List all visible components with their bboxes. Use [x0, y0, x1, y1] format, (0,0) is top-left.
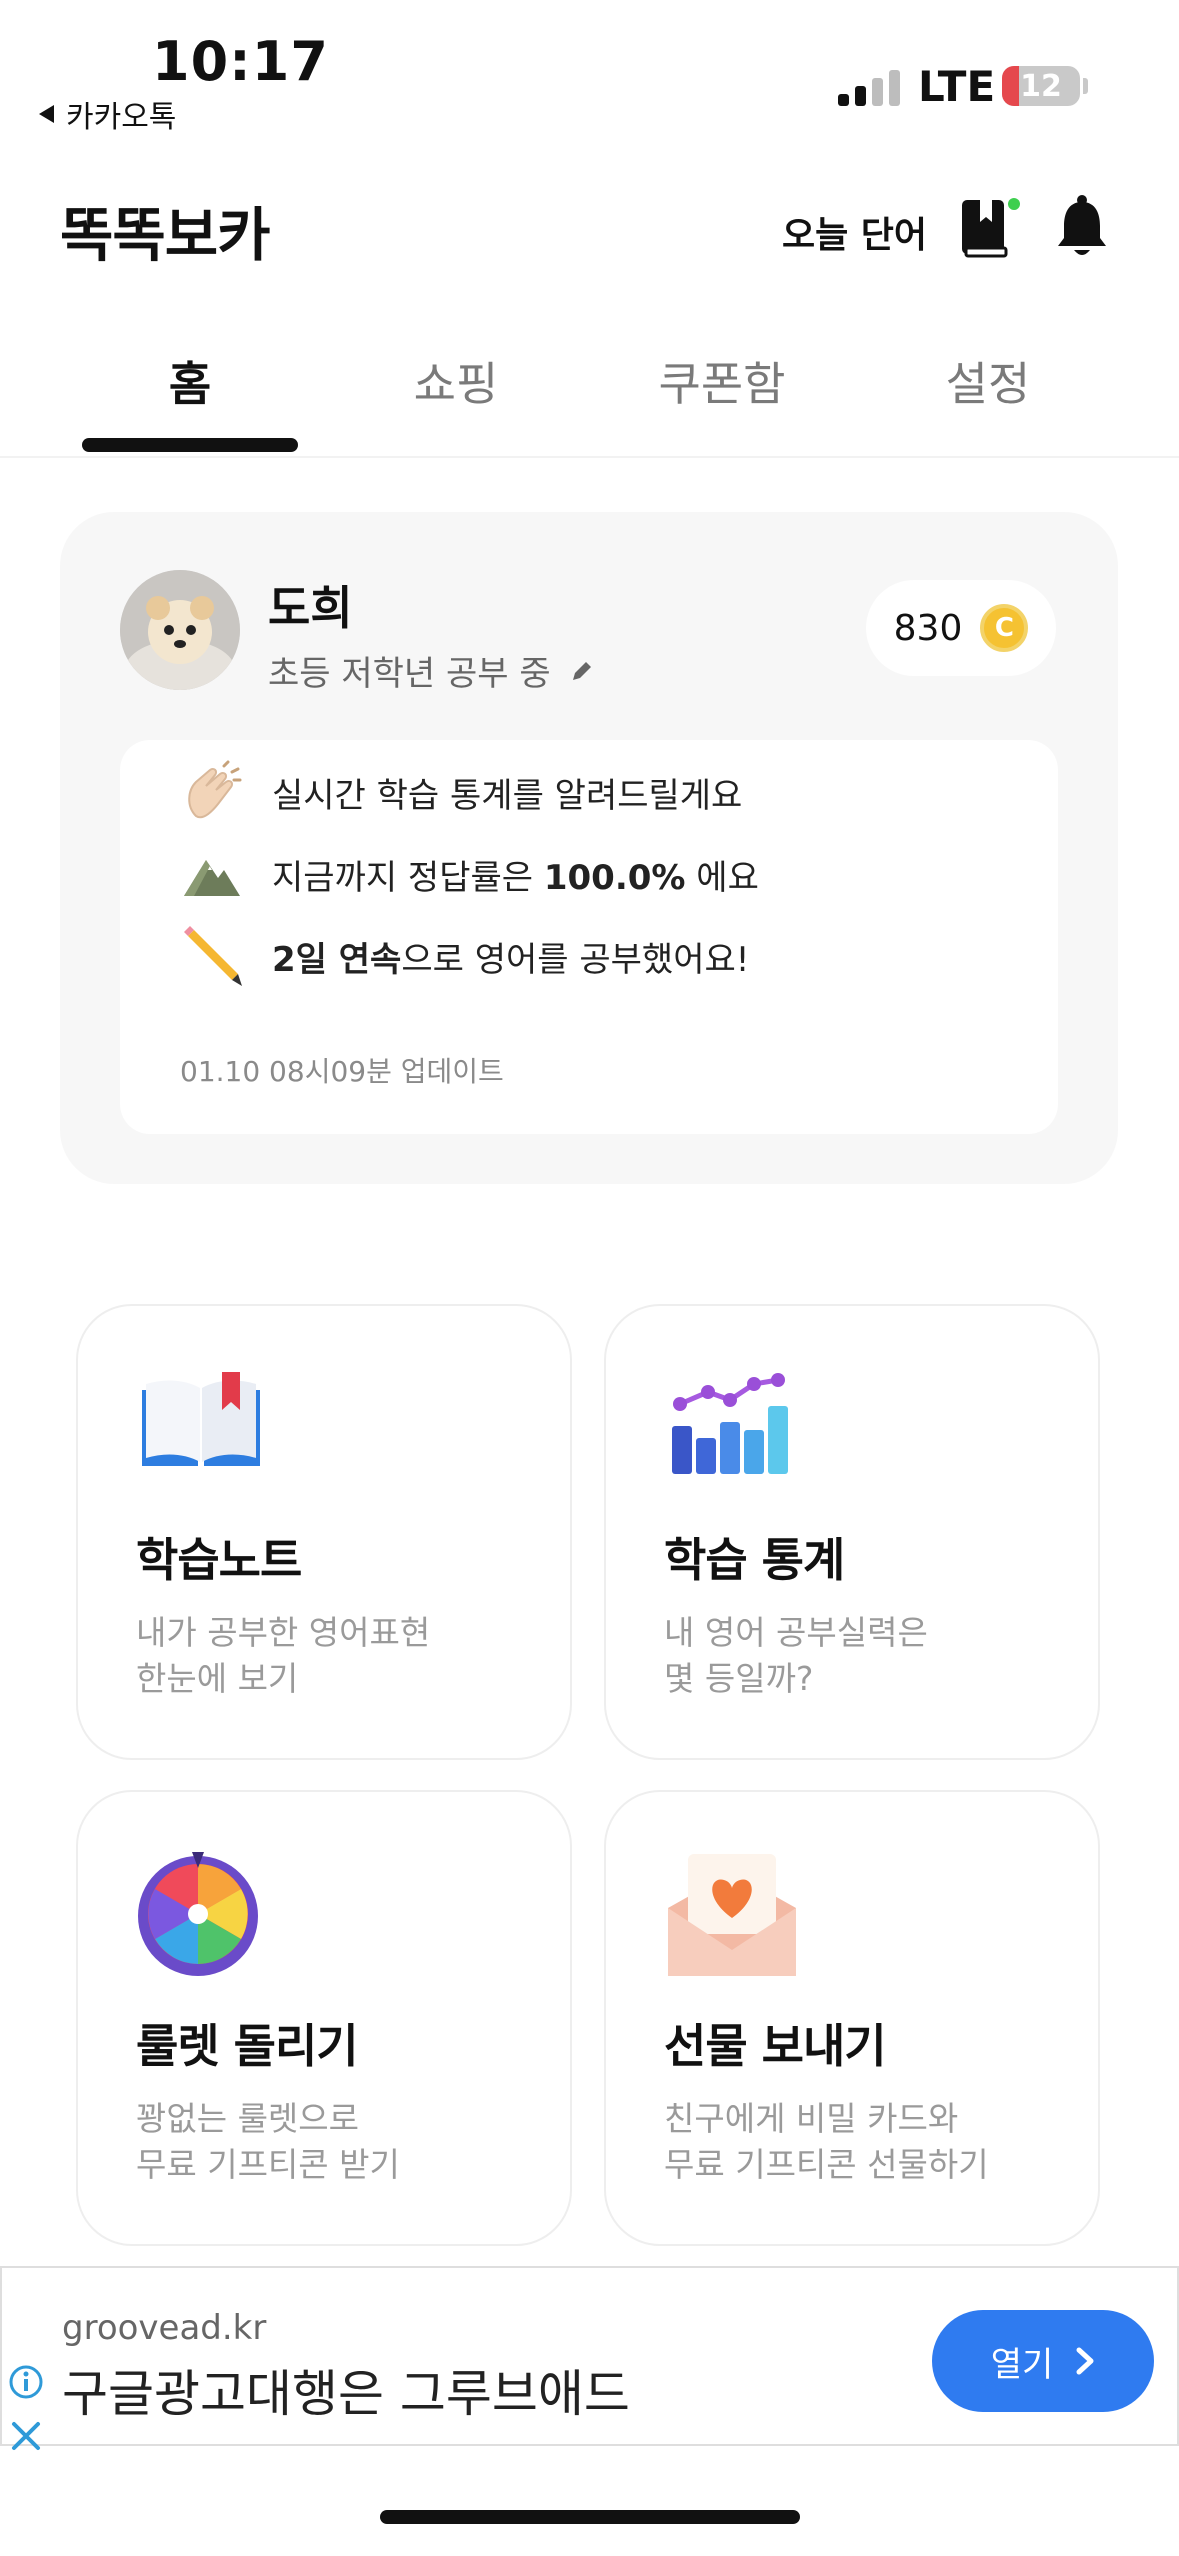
- wordbook-icon: [962, 200, 1008, 258]
- wordbook-button[interactable]: [958, 196, 1020, 260]
- battery-icon: 12: [1002, 66, 1080, 106]
- feature-title: 룰렛 돌리기: [136, 2019, 359, 2073]
- ad-open-label: 열기: [990, 2344, 1054, 2385]
- feature-description: 내 영어 공부실력은 몇 등일까?: [664, 1610, 928, 1702]
- bar-chart-icon: [664, 1366, 794, 1486]
- stat-streak-text: 2일 연속으로 영어를 공부했어요!: [272, 932, 749, 981]
- stat-realtime-text: 실시간 학습 통계를 알려드릴게요: [272, 775, 743, 816]
- mountain-icon: [180, 842, 244, 906]
- status-time: 10:17: [152, 30, 329, 93]
- feature-description: 꽝없는 룰렛으로 무료 기프티콘 받기: [136, 2096, 400, 2188]
- feature-desc-line: 친구에게 비밀 카드와: [664, 2099, 959, 2138]
- today-word-button[interactable]: 오늘 단어: [782, 206, 927, 258]
- coin-balance[interactable]: 830 C: [866, 580, 1056, 676]
- feature-title: 학습노트: [136, 1533, 302, 1587]
- battery-tip: [1083, 78, 1088, 94]
- feature-desc-line: 몇 등일까?: [664, 1659, 814, 1698]
- feature-card-roulette[interactable]: 룰렛 돌리기 꽝없는 룰렛으로 무료 기프티콘 받기: [76, 1790, 572, 2246]
- user-status-text: 초등 저학년 공부 중: [268, 654, 551, 694]
- feature-title: 선물 보내기: [664, 2019, 887, 2073]
- profile-card: 도희 초등 저학년 공부 중 830 C 실시간 학습 통계를 알려드릴게요 지…: [60, 512, 1118, 1184]
- feature-desc-line: 무료 기프티콘 선물하기: [664, 2145, 989, 2184]
- pencil-icon: [180, 924, 244, 988]
- notification-button[interactable]: [1054, 194, 1110, 262]
- stat-accuracy-value: 100.0%: [543, 857, 686, 898]
- back-triangle-icon: [39, 105, 54, 123]
- learning-stats-box: 실시간 학습 통계를 알려드릴게요 지금까지 정답률은 100.0% 에요 2일…: [120, 740, 1058, 1134]
- avatar[interactable]: [120, 570, 240, 690]
- feature-description: 친구에게 비밀 카드와 무료 기프티콘 선물하기: [664, 2096, 989, 2188]
- stat-line-realtime: 실시간 학습 통계를 알려드릴게요: [180, 760, 742, 824]
- clapping-hands-icon: [180, 760, 244, 824]
- user-name: 도희: [268, 581, 353, 635]
- tab-shopping[interactable]: 쇼핑: [356, 348, 556, 414]
- ad-close-icon[interactable]: [8, 2418, 44, 2454]
- pencil-edit-icon[interactable]: [569, 658, 595, 684]
- battery-percent: 12: [1020, 68, 1062, 104]
- stat-streak-suffix: 으로 영어를 공부했어요!: [401, 939, 750, 980]
- feature-desc-line: 내가 공부한 영어표현: [136, 1613, 431, 1652]
- open-book-icon: [136, 1366, 266, 1486]
- new-badge-dot: [1008, 198, 1020, 210]
- feature-description: 내가 공부한 영어표현 한눈에 보기: [136, 1610, 430, 1702]
- stats-updated-time: 01.10 08시09분 업데이트: [180, 1055, 504, 1088]
- network-type: LTE: [918, 62, 996, 111]
- tab-home[interactable]: 홈: [90, 348, 290, 414]
- ad-open-button[interactable]: 열기: [932, 2310, 1154, 2412]
- app-title: 똑똑보카: [60, 201, 270, 269]
- stat-line-streak: 2일 연속으로 영어를 공부했어요!: [180, 924, 749, 988]
- bell-icon: [1058, 195, 1106, 255]
- user-status[interactable]: 초등 저학년 공부 중: [268, 646, 595, 695]
- active-tab-indicator: [82, 438, 298, 452]
- feature-card-study-note[interactable]: 학습노트 내가 공부한 영어표현 한눈에 보기: [76, 1304, 572, 1760]
- dog-avatar-icon: [120, 570, 240, 690]
- back-to-app-link[interactable]: 카카오톡: [36, 92, 176, 136]
- ad-banner[interactable]: groovead.kr 구글광고대행은 그루브애드 열기: [0, 2266, 1179, 2450]
- gift-envelope-icon: [664, 1852, 796, 1976]
- feature-card-study-stats[interactable]: 학습 통계 내 영어 공부실력은 몇 등일까?: [604, 1304, 1100, 1760]
- back-app-label: 카카오톡: [66, 100, 177, 135]
- ad-info-icon[interactable]: [8, 2364, 44, 2400]
- feature-desc-line: 내 영어 공부실력은: [664, 1613, 928, 1652]
- home-indicator[interactable]: [380, 2510, 800, 2524]
- feature-desc-line: 한눈에 보기: [136, 1659, 299, 1698]
- feature-title: 학습 통계: [664, 1533, 845, 1587]
- tab-settings[interactable]: 설정: [888, 348, 1088, 414]
- stat-accuracy-suffix: 에요: [685, 857, 759, 898]
- roulette-wheel-icon: [136, 1852, 266, 1976]
- feature-desc-line: 무료 기프티콘 받기: [136, 2145, 400, 2184]
- chevron-right-icon: [1076, 2347, 1094, 2375]
- signal-strength-icon: [838, 66, 900, 106]
- stat-accuracy-prefix: 지금까지 정답률은: [272, 857, 544, 898]
- coin-amount: 830: [893, 607, 963, 649]
- feature-card-gift[interactable]: 선물 보내기 친구에게 비밀 카드와 무료 기프티콘 선물하기: [604, 1790, 1100, 2246]
- stat-accuracy-text: 지금까지 정답률은 100.0% 에요: [272, 850, 759, 899]
- tab-divider: [0, 456, 1179, 458]
- ad-headline[interactable]: 구글광고대행은 그루브애드: [62, 2354, 630, 2426]
- ad-domain: groovead.kr: [62, 2308, 267, 2348]
- stat-streak-value: 2일 연속: [272, 939, 402, 980]
- coin-icon: C: [980, 604, 1029, 652]
- stat-line-accuracy: 지금까지 정답률은 100.0% 에요: [180, 842, 759, 906]
- tab-coupons[interactable]: 쿠폰함: [622, 348, 822, 414]
- feature-desc-line: 꽝없는 룰렛으로: [136, 2099, 360, 2138]
